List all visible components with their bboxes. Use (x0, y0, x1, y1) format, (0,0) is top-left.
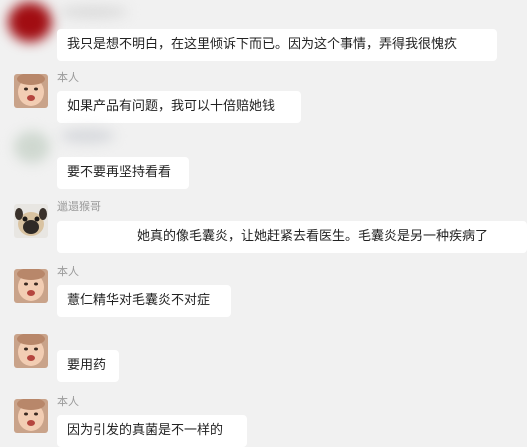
message-text: 她真的像毛囊炎，让她赶紧去看医生。毛囊炎是另一种疾病了 (137, 229, 489, 244)
message-row: 要不要再坚持看看 (0, 125, 527, 190)
baby-avatar-icon (14, 399, 48, 433)
message-text: 要用药 (67, 358, 107, 373)
message-text: 因为引发的真菌是不一样的 (67, 423, 224, 438)
message-row: 本人 如果产品有问题，我可以十倍赔她钱 (0, 70, 527, 125)
sender-name: 本人 (57, 71, 79, 84)
message-row: 要用药 (0, 330, 527, 385)
message-bubble: 薏仁精华对毛囊炎不对症 (57, 285, 231, 317)
message-text: 我只是想不明白，在这里倾诉下而已。因为这个事情，弄得我很愧疚 (67, 37, 458, 52)
sender-name: 本人 (57, 395, 79, 408)
chat-window: { "messages": [ {"sender": "", "text": "… (0, 0, 527, 447)
message-row: 本人 薏仁精华对毛囊炎不对症 (0, 265, 527, 320)
sender-name: 邋遢猴哥 (57, 200, 101, 213)
message-text: 要不要再坚持看看 (67, 165, 172, 180)
avatar[interactable] (14, 334, 48, 368)
redacted-text (60, 227, 132, 247)
avatar[interactable] (14, 74, 48, 108)
message-row: 邋遢猴哥 她真的像毛囊炎，让她赶紧去看医生。毛囊炎是另一种疾病了 (0, 200, 527, 260)
message-bubble: 要不要再坚持看看 (57, 157, 189, 189)
pug-avatar-icon (14, 204, 48, 238)
message-bubble: 因为引发的真菌是不一样的 (57, 415, 247, 447)
message-bubble: 我只是想不明白，在这里倾诉下而已。因为这个事情，弄得我很愧疚 (57, 29, 497, 61)
message-bubble: 要用药 (57, 350, 119, 382)
baby-avatar-icon (14, 74, 48, 108)
message-row: 本人 因为引发的真菌是不一样的 (0, 395, 527, 447)
baby-avatar-icon (14, 334, 48, 368)
sender-name: 本人 (57, 265, 79, 278)
sender-name-redacted (60, 129, 115, 143)
avatar[interactable] (14, 204, 48, 238)
message-row: 我只是想不明白，在这里倾诉下而已。因为这个事情，弄得我很愧疚 (0, 0, 527, 61)
avatar-redacted[interactable] (8, 2, 52, 42)
message-text: 薏仁精华对毛囊炎不对症 (67, 293, 211, 308)
baby-avatar-icon (14, 269, 48, 303)
avatar-redacted[interactable] (14, 131, 50, 163)
message-text: 如果产品有问题，我可以十倍赔她钱 (67, 99, 276, 114)
message-bubble: 如果产品有问题，我可以十倍赔她钱 (57, 91, 301, 123)
avatar[interactable] (14, 399, 48, 433)
sender-name-redacted (58, 6, 128, 18)
avatar[interactable] (14, 269, 48, 303)
